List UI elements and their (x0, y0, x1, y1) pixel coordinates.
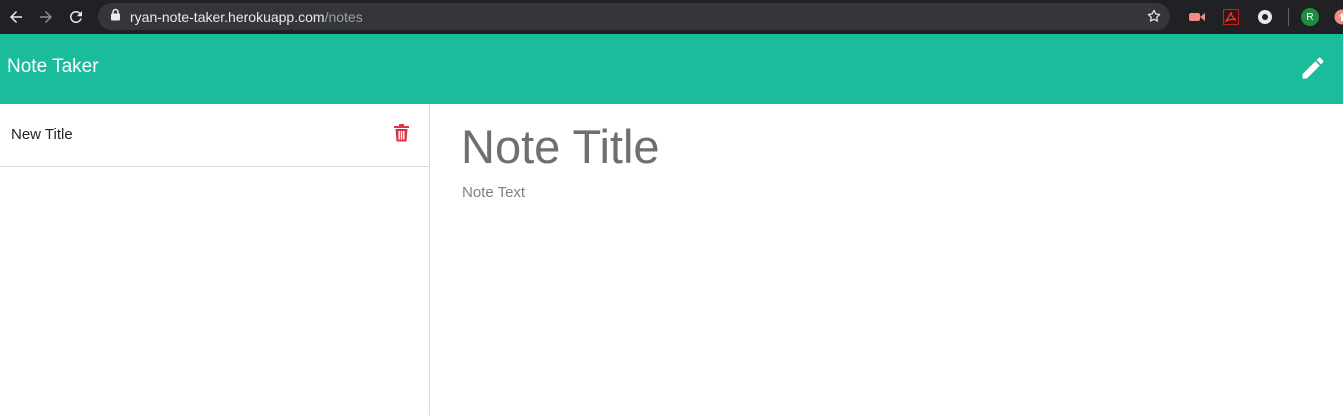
toolbar-divider (1288, 8, 1289, 26)
brand-title[interactable]: Note Taker (7, 56, 99, 78)
browser-toolbar: ryan-note-taker.herokuapp.com/notes R (0, 0, 1343, 34)
camera-extension-icon[interactable] (1188, 8, 1206, 26)
lock-icon (110, 8, 121, 26)
url-host: ryan-note-taker.herokuapp.com (130, 8, 325, 25)
forward-icon (37, 8, 55, 26)
circle-extension-icon[interactable] (1256, 8, 1274, 26)
note-title-input[interactable] (461, 116, 1321, 176)
upload-extension-icon[interactable] (1333, 8, 1343, 26)
extensions-area: R (1180, 0, 1343, 34)
note-editor (431, 104, 1343, 415)
bookmark-star-icon[interactable] (1146, 8, 1162, 29)
app-navbar: Note Taker (0, 34, 1343, 104)
note-list-title: New Title (11, 126, 73, 143)
back-button[interactable] (2, 3, 30, 31)
pencil-icon[interactable] (1299, 54, 1327, 82)
notes-list: New Title (0, 104, 430, 415)
list-item[interactable]: New Title (0, 104, 429, 167)
pdf-extension-icon[interactable] (1222, 8, 1240, 26)
profile-avatar[interactable]: R (1301, 8, 1319, 26)
back-icon (7, 8, 25, 26)
reload-button[interactable] (62, 3, 90, 31)
trash-icon[interactable] (393, 123, 410, 142)
reload-icon (67, 8, 85, 26)
url-path: /notes (324, 8, 363, 25)
forward-button[interactable] (32, 3, 60, 31)
note-text-area[interactable] (462, 184, 1322, 384)
address-bar[interactable]: ryan-note-taker.herokuapp.com/notes (98, 3, 1170, 30)
